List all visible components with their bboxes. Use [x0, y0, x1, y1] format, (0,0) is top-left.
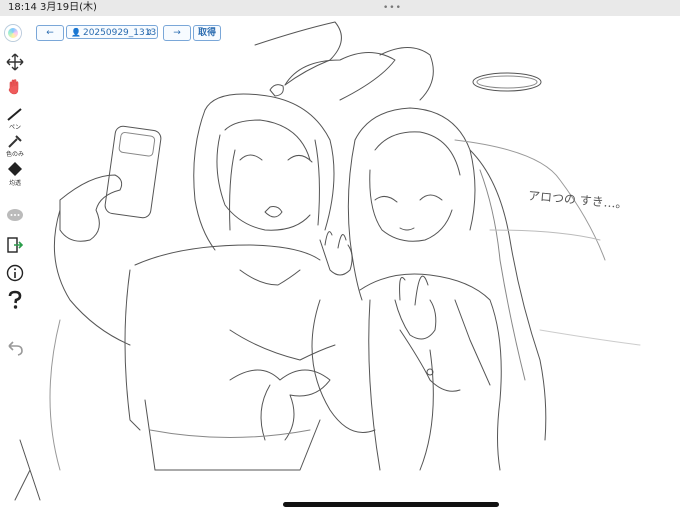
move-arrows-icon — [6, 53, 24, 71]
eyedropper-label: 色のみ — [5, 151, 24, 158]
fetch-button[interactable]: 取得 — [193, 25, 221, 41]
pen-icon — [7, 108, 22, 121]
chevron-updown-icon: ⇕ — [146, 28, 153, 37]
help-button[interactable] — [4, 290, 26, 310]
transparent-tool[interactable]: 均透 — [4, 161, 26, 187]
info-button[interactable] — [4, 264, 26, 282]
eyedropper-tool[interactable]: 色のみ — [4, 134, 26, 158]
undo-icon — [8, 341, 23, 356]
sketch-artwork — [14, 21, 641, 501]
person-icon: 👤 — [71, 28, 81, 37]
undo-button[interactable] — [4, 340, 26, 356]
status-bar: 18:14 3月19日(木) ••• — [0, 0, 680, 16]
status-date: 3月19日(木) — [40, 2, 97, 13]
transparent-label: 均透 — [8, 180, 21, 187]
project-select[interactable]: 👤 20250929_1313 ⇕ — [66, 25, 158, 39]
status-time: 18:14 — [8, 2, 37, 13]
move-tool[interactable] — [4, 53, 26, 71]
eyedropper-icon — [8, 135, 22, 148]
speech-bubble-icon — [7, 209, 23, 221]
back-button[interactable]: ← — [36, 25, 64, 41]
multitasking-dots-icon[interactable]: ••• — [383, 0, 402, 16]
forward-button[interactable]: → — [163, 25, 191, 41]
pen-tool[interactable]: ペン — [4, 107, 26, 131]
question-mark-icon — [8, 290, 22, 309]
info-icon — [6, 264, 24, 282]
comment-button[interactable] — [4, 208, 26, 224]
exit-door-icon — [7, 237, 24, 253]
home-indicator[interactable] — [283, 502, 499, 507]
app-logo-icon[interactable] — [5, 25, 21, 41]
exit-button[interactable] — [4, 236, 26, 254]
hand-icon — [8, 79, 19, 95]
pen-label: ペン — [8, 124, 21, 131]
project-select-value: 20250929_1313 — [82, 28, 157, 38]
hand-tool[interactable] — [4, 78, 26, 96]
drawing-canvas[interactable]: アロつの すき…。 — [0, 16, 680, 513]
diamond-fill-icon — [8, 162, 22, 176]
